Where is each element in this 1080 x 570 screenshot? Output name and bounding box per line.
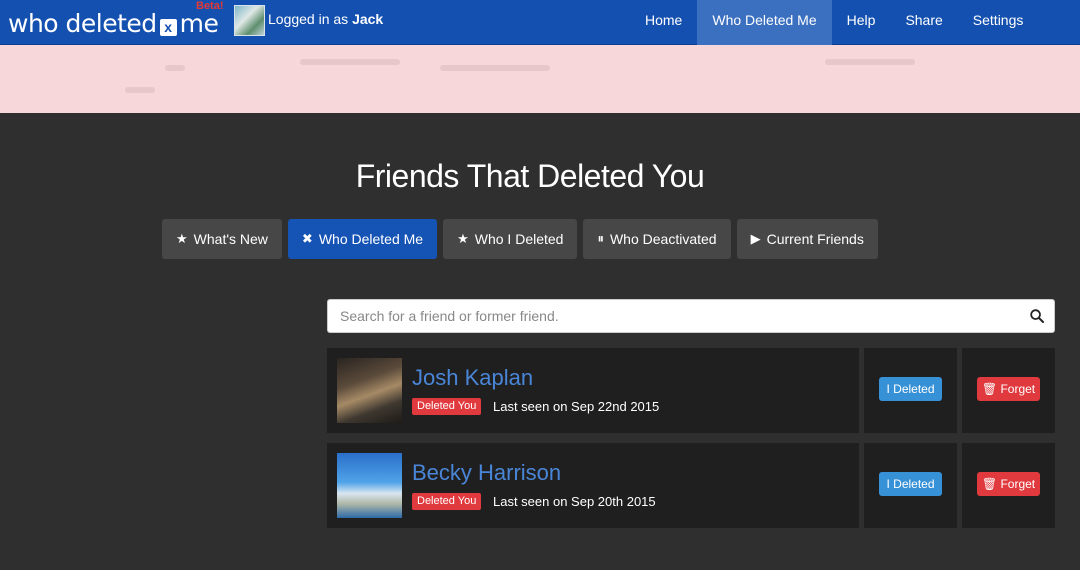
logged-in-status: Logged in as Jack xyxy=(268,11,383,27)
tab-whats-new[interactable]: ★ What's New xyxy=(162,219,282,259)
search-icon[interactable] xyxy=(1030,309,1044,323)
user-avatar[interactable] xyxy=(234,5,265,36)
pause-icon: ⏸ xyxy=(597,231,604,246)
tab-who-deactivated[interactable]: ⏸ Who Deactivated xyxy=(583,219,731,259)
play-icon: ▶ xyxy=(750,231,761,246)
friend-row: Josh Kaplan Deleted You Last seen on Sep… xyxy=(327,348,1055,433)
notice-banner xyxy=(0,45,1080,113)
tab-label: Who Deleted Me xyxy=(318,231,424,247)
beta-badge: Beta! xyxy=(196,0,224,12)
nav-menu: Home Who Deleted Me Help Share Settings xyxy=(630,0,1038,45)
action-cell: 🗑 Forget xyxy=(962,348,1055,433)
search-box xyxy=(327,299,1055,333)
logged-in-prefix: Logged in as xyxy=(268,11,349,27)
nav-who-deleted-me[interactable]: Who Deleted Me xyxy=(697,0,832,45)
action-cell: 🗑 Forget xyxy=(962,443,1055,528)
trash-icon: 🗑 xyxy=(981,477,998,491)
tab-label: Who I Deleted xyxy=(474,231,564,247)
friend-info: Josh Kaplan Deleted You Last seen on Sep… xyxy=(327,348,859,433)
star-icon: ★ xyxy=(457,231,469,246)
brand-x-icon: x xyxy=(159,19,177,36)
nav-home[interactable]: Home xyxy=(630,0,697,45)
forget-label: Forget xyxy=(1000,382,1036,396)
filter-tabs: ★ What's New ✖ Who Deleted Me ★ Who I De… xyxy=(162,219,878,259)
nav-help[interactable]: Help xyxy=(832,0,891,45)
action-cell: I Deleted xyxy=(864,443,957,528)
brand-text-left: who deleted xyxy=(8,9,157,38)
nav-settings[interactable]: Settings xyxy=(958,0,1039,45)
tab-current-friends[interactable]: ▶ Current Friends xyxy=(736,219,878,259)
page-title: Friends That Deleted You xyxy=(355,158,705,194)
friend-photo[interactable] xyxy=(337,358,402,423)
last-seen-text: Last seen on Sep 22nd 2015 xyxy=(493,399,660,414)
logged-in-username: Jack xyxy=(352,11,384,27)
friend-name[interactable]: Becky Harrison xyxy=(412,460,561,486)
friend-info: Becky Harrison Deleted You Last seen on … xyxy=(327,443,859,528)
i-deleted-button[interactable]: I Deleted xyxy=(879,472,942,496)
status-badge: Deleted You xyxy=(412,398,482,415)
trash-icon: 🗑 xyxy=(981,382,998,396)
i-deleted-button[interactable]: I Deleted xyxy=(879,377,942,401)
friend-name[interactable]: Josh Kaplan xyxy=(412,365,533,391)
search-input[interactable] xyxy=(328,300,1018,332)
friend-photo[interactable] xyxy=(337,453,402,518)
tab-label: Current Friends xyxy=(766,231,864,247)
top-navbar: who deleted x me Beta! Logged in as Jack… xyxy=(0,0,1080,45)
tab-who-i-deleted[interactable]: ★ Who I Deleted xyxy=(443,219,578,259)
nav-share[interactable]: Share xyxy=(890,0,957,45)
cross-icon: ✖ xyxy=(301,231,313,246)
status-badge: Deleted You xyxy=(412,493,482,510)
forget-button[interactable]: 🗑 Forget xyxy=(977,377,1040,401)
tab-label: What's New xyxy=(193,231,268,247)
tab-label: Who Deactivated xyxy=(609,231,717,247)
tab-who-deleted-me[interactable]: ✖ Who Deleted Me xyxy=(287,219,438,259)
brand-logo[interactable]: who deleted x me xyxy=(8,4,219,40)
friend-row: Becky Harrison Deleted You Last seen on … xyxy=(327,443,1055,528)
brand-text-right: me xyxy=(179,9,219,38)
forget-label: Forget xyxy=(1000,477,1036,491)
forget-button[interactable]: 🗑 Forget xyxy=(977,472,1040,496)
star-icon: ★ xyxy=(176,231,188,246)
last-seen-text: Last seen on Sep 20th 2015 xyxy=(493,494,656,509)
action-cell: I Deleted xyxy=(864,348,957,433)
